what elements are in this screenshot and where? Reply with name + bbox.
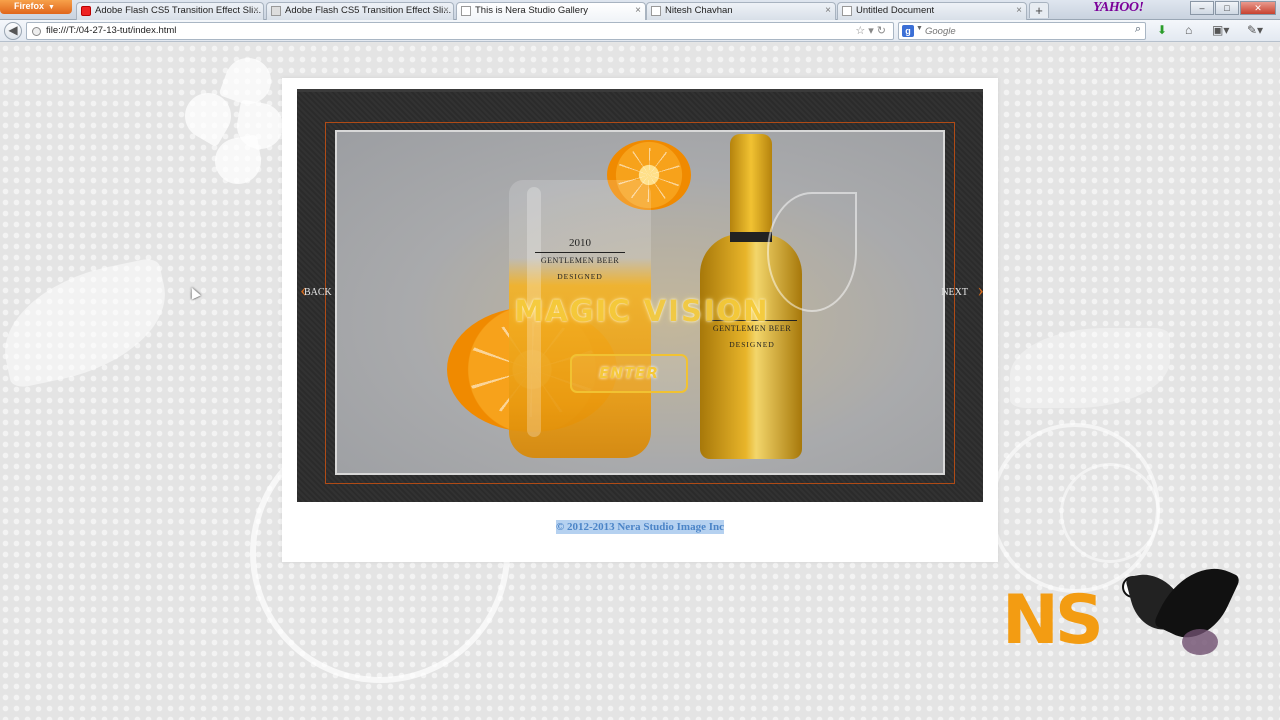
page-icon [842, 6, 852, 16]
history-dropdown-icon[interactable]: ▾ [868, 25, 877, 37]
close-tab-icon[interactable]: × [443, 3, 449, 19]
google-icon[interactable]: g [902, 25, 914, 37]
leaf-decoration [0, 256, 179, 390]
tab-label: Adobe Flash CS5 Transition Effect Sli... [95, 5, 262, 16]
tab-label: Adobe Flash CS5 Transition Effect Sli... [285, 5, 452, 16]
slide-title: MAGIC VISION [514, 294, 770, 328]
slide-image: 2010 GENTLEMEN BEER DESIGNED GENTLEMEN B… [335, 130, 945, 475]
new-tab-button[interactable]: + [1029, 2, 1049, 18]
chevron-down-icon[interactable]: ▼ [916, 25, 923, 32]
reload-icon[interactable]: ↻ [877, 25, 889, 37]
copyright-text: © 2012-2013 Nera Studio Image Inc [555, 520, 725, 534]
window-controls: – □ ✕ [1190, 1, 1276, 15]
back-nav-button[interactable]: ‹ BACK [300, 279, 332, 301]
gallery-card: 2010 GENTLEMEN BEER DESIGNED GENTLEMEN B… [282, 78, 998, 562]
image-slider: 2010 GENTLEMEN BEER DESIGNED GENTLEMEN B… [297, 89, 984, 502]
flower-decoration [176, 51, 295, 198]
flash-icon [271, 6, 281, 16]
butterfly-icon [1122, 552, 1242, 671]
bottle-label-sub: DESIGNED [729, 340, 775, 349]
minimize-icon[interactable]: – [1190, 1, 1214, 15]
chevron-down-icon: ▼ [48, 4, 55, 11]
search-bar[interactable]: g ▼ ⌕ [898, 22, 1146, 40]
ns-logo: NS [1002, 552, 1242, 691]
next-label: NEXT [941, 287, 968, 298]
globe-icon [32, 27, 41, 36]
maximize-icon[interactable]: □ [1215, 1, 1239, 15]
youtube-icon [81, 6, 91, 16]
tab-flash-tutorial-2[interactable]: Adobe Flash CS5 Transition Effect Sli...… [266, 2, 454, 20]
navigation-bar: ◀ file:///T:/04-27-13-tut/index.html ☆▾↻… [0, 20, 1280, 42]
close-tab-icon[interactable]: × [1016, 3, 1022, 19]
page-background: 2010 GENTLEMEN BEER DESIGNED GENTLEMEN B… [0, 43, 1280, 720]
address-tools: ☆▾↻ [855, 24, 889, 37]
address-bar[interactable]: file:///T:/04-27-13-tut/index.html ☆▾↻ [26, 22, 894, 40]
page-icon [461, 6, 471, 16]
page-icon [651, 6, 661, 16]
screen-icon[interactable]: ▣▾ [1212, 23, 1229, 37]
close-window-icon[interactable]: ✕ [1240, 1, 1276, 15]
tab-label: Nitesh Chavhan [665, 5, 733, 16]
tab-nitesh-chavhan[interactable]: Nitesh Chavhan × [646, 2, 836, 20]
address-text: file:///T:/04-27-13-tut/index.html [46, 25, 177, 36]
tools-icon[interactable]: ✎▾ [1247, 23, 1263, 37]
glass-label-sub: DESIGNED [557, 272, 603, 281]
yahoo-logo[interactable]: YAHOO! [1093, 0, 1144, 16]
search-input[interactable] [925, 24, 1125, 38]
tab-label: Untitled Document [856, 5, 935, 16]
mouse-cursor-icon [187, 285, 201, 300]
ring-decoration [1060, 463, 1160, 563]
tab-flash-tutorial-1[interactable]: Adobe Flash CS5 Transition Effect Sli...… [76, 2, 264, 20]
firefox-menu-button[interactable]: Firefox ▼ [0, 0, 72, 14]
enter-button[interactable]: ENTER [570, 354, 688, 393]
tab-untitled-document[interactable]: Untitled Document × [837, 2, 1027, 20]
glass-label: 2010 GENTLEMEN BEER DESIGNED [505, 237, 655, 281]
tab-label: This is Nera Studio Gallery [475, 5, 588, 16]
glass-label-brand: GENTLEMEN BEER [540, 256, 620, 265]
close-tab-icon[interactable]: × [825, 3, 831, 19]
download-icon[interactable]: ⬇ [1157, 23, 1167, 37]
home-icon[interactable]: ⌂ [1185, 23, 1192, 37]
tab-nera-studio-gallery[interactable]: This is Nera Studio Gallery × [456, 2, 646, 20]
search-icon[interactable]: ⌕ [1135, 23, 1141, 36]
back-button[interactable]: ◀ [4, 22, 22, 40]
copyright-footer: © 2012-2013 Nera Studio Image Inc [282, 520, 998, 534]
ns-logo-text: NS [1002, 581, 1104, 660]
close-tab-icon[interactable]: × [635, 3, 641, 19]
next-nav-button[interactable]: NEXT › [941, 279, 984, 301]
tab-bar: Firefox ▼ Adobe Flash CS5 Transition Effe… [0, 0, 1280, 20]
chevron-right-icon: › [977, 279, 984, 301]
bookmark-star-icon[interactable]: ☆ [855, 25, 868, 37]
firefox-menu-label: Firefox [14, 1, 45, 11]
back-label: BACK [304, 287, 332, 298]
glass-label-year: 2010 [569, 237, 591, 249]
leaf-decoration [1010, 328, 1170, 408]
close-tab-icon[interactable]: × [253, 3, 259, 19]
